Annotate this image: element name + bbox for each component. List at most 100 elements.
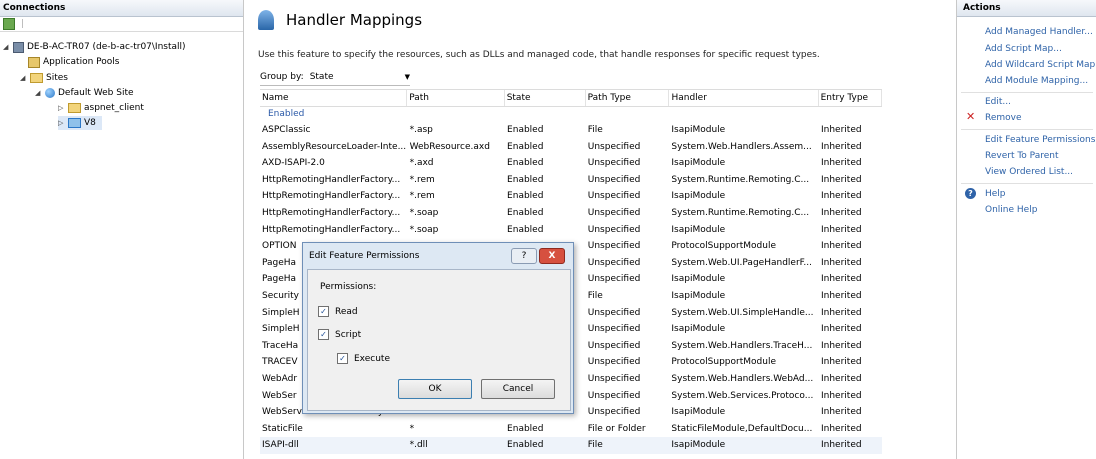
column-header-handler[interactable]: Handler: [669, 90, 819, 106]
read-checkbox[interactable]: ✓: [318, 306, 329, 317]
cell-entry-type: Inherited: [820, 207, 862, 218]
view-ordered-list-link[interactable]: View Ordered List...: [985, 167, 1073, 177]
column-header-state[interactable]: State: [505, 90, 586, 106]
page-description: Use this feature to specify the resource…: [258, 50, 820, 60]
group-by-value[interactable]: State: [310, 72, 399, 82]
collapsed-arrow-icon[interactable]: ▷: [58, 101, 65, 115]
permissions-label: Permissions:: [320, 282, 377, 292]
execute-checkbox[interactable]: ✓: [337, 353, 348, 364]
tree-node-sites[interactable]: ◢ Sites: [20, 71, 68, 85]
connections-title: Connections: [0, 0, 243, 17]
cell-name: HttpRemotingHandlerFactory...: [262, 191, 401, 202]
cell-entry-type: Inherited: [820, 340, 862, 351]
help-link[interactable]: Help: [985, 189, 1006, 199]
cell-handler: System.Web.UI.SimpleHandle...: [671, 307, 814, 318]
cell-state: Enabled: [507, 440, 544, 451]
add-wildcard-script-map-link[interactable]: Add Wildcard Script Map...: [985, 60, 1096, 70]
cell-entry-type: Inherited: [820, 357, 862, 368]
expand-arrow-icon[interactable]: ◢: [20, 71, 27, 85]
close-icon: X: [548, 251, 556, 261]
cell-path-type: Unspecified: [587, 373, 641, 384]
cell-handler: System.Runtime.Remoting.C...: [671, 174, 810, 185]
add-managed-handler-link[interactable]: Add Managed Handler...: [985, 27, 1093, 37]
cell-name: ISAPI-dll: [262, 440, 299, 451]
column-header-name[interactable]: Name: [260, 90, 408, 106]
group-by-control[interactable]: Group by: State ▼: [260, 69, 410, 86]
help-icon: ?: [965, 188, 976, 199]
table-row[interactable]: ISAPI-dll *.dll Enabled File IsapiModule Inhe…: [260, 437, 882, 454]
actions-divider: [961, 183, 1093, 184]
table-row[interactable]: HttpRemotingHandlerFactory... *.rem Enable…: [260, 172, 882, 189]
edit-link[interactable]: Edit...: [985, 97, 1011, 107]
execute-checkbox-row[interactable]: ✓ Execute: [337, 353, 390, 364]
read-checkbox-row[interactable]: ✓ Read: [318, 306, 358, 317]
actions-title: Actions: [957, 0, 1096, 17]
table-header: Name Path State Path Type Handler Entry …: [260, 90, 883, 107]
script-checkbox-row[interactable]: ✓ Script: [318, 329, 361, 340]
cell-entry-type: Inherited: [820, 125, 862, 135]
cell-path-type: Unspecified: [587, 390, 641, 401]
app-folder-icon: [68, 118, 81, 128]
remove-link[interactable]: Remove: [985, 113, 1022, 123]
tree-node-server[interactable]: ◢ DE-B-AC-TR07 (de-b-ac-tr07\Install): [3, 40, 186, 54]
revert-to-parent-link[interactable]: Revert To Parent: [985, 151, 1059, 161]
cell-name: AssemblyResourceLoader-Inte...: [262, 141, 407, 152]
tree-node-aspnet-client[interactable]: ▷ aspnet_client: [58, 101, 144, 115]
tree-node-application-pools[interactable]: Application Pools: [28, 55, 119, 69]
cell-path: *.soap: [409, 207, 439, 218]
new-connection-icon[interactable]: [3, 18, 15, 30]
cell-entry-type: Inherited: [820, 241, 862, 252]
help-button[interactable]: ?: [511, 248, 537, 264]
cell-name: HttpRemotingHandlerFactory...: [262, 174, 401, 185]
close-button[interactable]: X: [539, 248, 565, 264]
online-help-link[interactable]: Online Help: [985, 205, 1037, 215]
add-module-mapping-link[interactable]: Add Module Mapping...: [985, 76, 1088, 86]
column-header-path[interactable]: Path: [407, 90, 505, 106]
cell-name: AXD-ISAPI-2.0: [262, 158, 325, 169]
cell-entry-type: Inherited: [820, 191, 862, 202]
table-row[interactable]: HttpRemotingHandlerFactory... *.rem Enable…: [260, 188, 882, 205]
cell-path-type: Unspecified: [587, 158, 641, 169]
table-row[interactable]: HttpRemotingHandlerFactory... *.soap Enabl…: [260, 222, 882, 239]
column-header-entry-type[interactable]: Entry Type: [819, 90, 883, 106]
tree-node-label: Default Web Site: [58, 88, 134, 98]
cell-state: Enabled: [507, 224, 544, 235]
script-checkbox[interactable]: ✓: [318, 329, 329, 340]
table-row[interactable]: HttpRemotingHandlerFactory... *.soap Enabl…: [260, 205, 882, 222]
column-header-path-type[interactable]: Path Type: [586, 90, 670, 106]
cell-path: *.dll: [409, 440, 428, 451]
tree-node-label: aspnet_client: [84, 103, 144, 113]
cell-entry-type: Inherited: [820, 141, 862, 152]
cell-entry-type: Inherited: [820, 440, 862, 451]
cell-handler: System.Web.Handlers.TraceH...: [671, 340, 813, 351]
cell-entry-type: Inherited: [820, 224, 862, 235]
edit-feature-permissions-link[interactable]: Edit Feature Permissions...: [985, 135, 1096, 145]
table-row[interactable]: ASPClassic *.asp Enabled File IsapiModule Inh…: [260, 122, 882, 139]
expand-arrow-icon[interactable]: ◢: [35, 86, 42, 100]
cell-handler: StaticFileModule,DefaultDocu...: [671, 423, 813, 434]
folder-icon: [68, 103, 81, 113]
collapsed-arrow-icon[interactable]: ▷: [58, 116, 65, 130]
connections-toolbar: |: [0, 17, 243, 32]
table-row[interactable]: StaticFile * Enabled File or Folder StaticFi…: [260, 421, 882, 438]
cell-state: Enabled: [507, 141, 544, 152]
add-script-map-link[interactable]: Add Script Map...: [985, 44, 1062, 54]
chevron-down-icon[interactable]: ▼: [405, 73, 410, 81]
cell-name: ASPClassic: [262, 125, 311, 135]
cell-path-type: Unspecified: [587, 324, 641, 335]
cell-state: Enabled: [507, 191, 544, 202]
cell-path-type: Unspecified: [587, 307, 641, 318]
tree-node-v8[interactable]: ▷ V8: [58, 116, 102, 130]
tree-node-label: V8: [84, 118, 96, 128]
expand-arrow-icon[interactable]: ◢: [3, 40, 10, 54]
cell-entry-type: Inherited: [820, 274, 862, 285]
table-row[interactable]: AXD-ISAPI-2.0 *.axd Enabled Unspecified Isap…: [260, 155, 882, 172]
table-row[interactable]: AssemblyResourceLoader-Inte... WebResourc…: [260, 139, 882, 156]
cell-path-type: Unspecified: [587, 191, 641, 202]
cell-path: *.rem: [409, 191, 435, 202]
tree-node-default-web-site[interactable]: ◢ Default Web Site: [35, 86, 134, 100]
ok-button[interactable]: OK: [398, 379, 472, 399]
actions-divider: [961, 129, 1093, 130]
cell-path-type: Unspecified: [587, 357, 641, 368]
cancel-button[interactable]: Cancel: [481, 379, 555, 399]
